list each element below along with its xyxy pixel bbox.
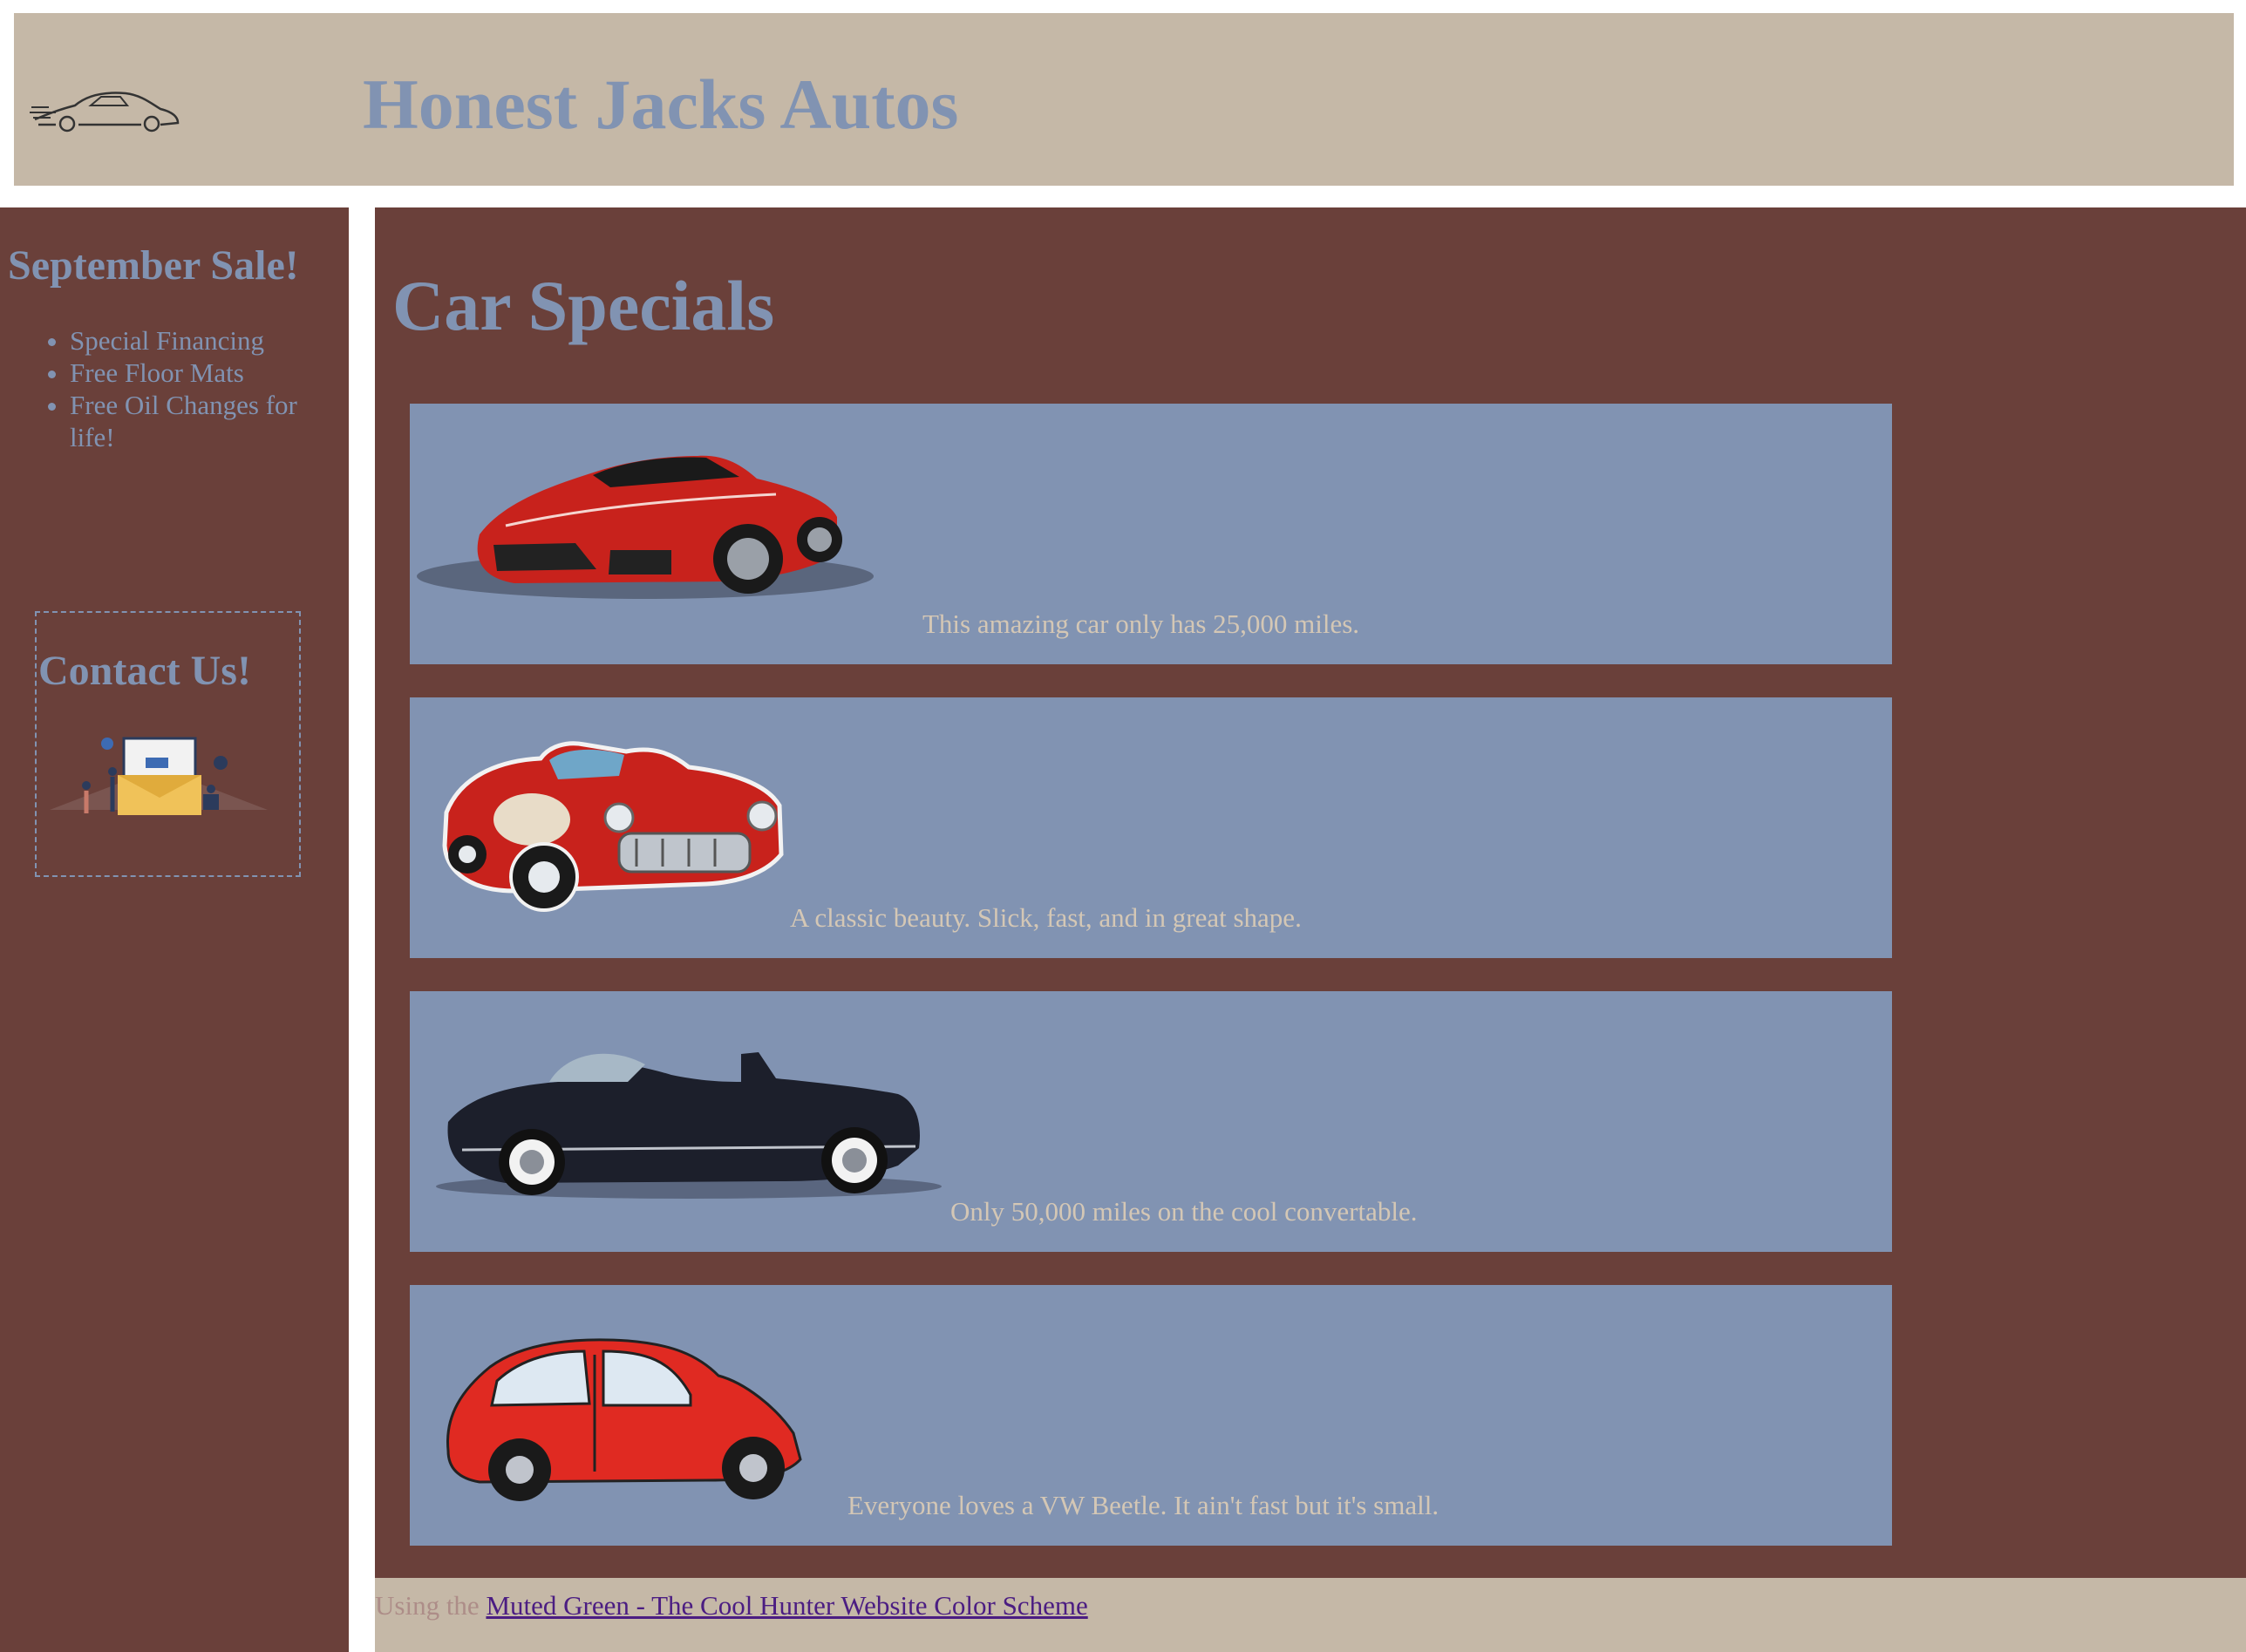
- sidebar: September Sale! Special Financing Free F…: [0, 207, 349, 1652]
- sale-item: Special Financing: [70, 324, 331, 357]
- contact-support-illustration-icon: [50, 737, 268, 815]
- sale-item: Free Floor Mats: [70, 357, 331, 389]
- footer-credit: Using the Muted Green - The Cool Hunter …: [375, 1590, 1088, 1621]
- car-caption: Everyone loves a VW Beetle. It ain't fas…: [847, 1490, 1439, 1520]
- site-header: Honest Jacks Autos: [14, 13, 2234, 186]
- sale-heading: September Sale!: [8, 242, 299, 289]
- car-caption: Only 50,000 miles on the cool convertabl…: [950, 1196, 1418, 1227]
- red-classic-convertible-icon: [442, 741, 784, 912]
- contact-box: Contact Us!: [35, 611, 301, 877]
- car-card: This amazing car only has 25,000 miles.: [410, 404, 1892, 664]
- black-vintage-convertible-icon: [436, 1052, 942, 1199]
- sale-list: Special Financing Free Floor Mats Free O…: [70, 324, 331, 453]
- color-scheme-link[interactable]: Muted Green - The Cool Hunter Website Co…: [486, 1590, 1087, 1621]
- sports-car-logo-icon: [30, 92, 180, 133]
- car-card: Everyone loves a VW Beetle. It ain't fas…: [410, 1285, 1892, 1546]
- contact-heading: Contact Us!: [38, 648, 251, 694]
- sale-item: Free Oil Changes for life!: [70, 389, 331, 453]
- site-title: Honest Jacks Autos: [363, 65, 959, 144]
- page-title: Car Specials: [392, 266, 775, 345]
- red-vw-beetle-icon: [446, 1338, 802, 1501]
- main-content: Car Specials This amazing car only has 2…: [375, 207, 2246, 1578]
- car-caption: A classic beauty. Slick, fast, and in gr…: [790, 902, 1302, 933]
- car-card: Only 50,000 miles on the cool convertabl…: [410, 991, 1892, 1252]
- footer-prefix: Using the: [375, 1590, 487, 1621]
- car-card: A classic beauty. Slick, fast, and in gr…: [410, 697, 1892, 958]
- car-caption: This amazing car only has 25,000 miles.: [922, 608, 1360, 639]
- site-footer: Using the Muted Green - The Cool Hunter …: [375, 1578, 2246, 1652]
- red-sports-car-icon: [417, 455, 874, 599]
